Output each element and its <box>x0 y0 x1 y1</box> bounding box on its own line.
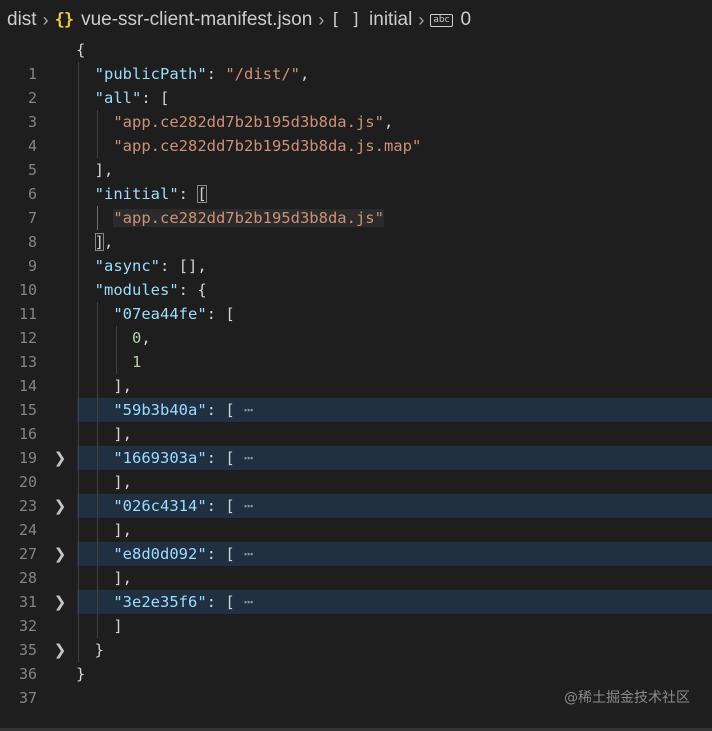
matched-bracket: [ <box>197 185 207 203</box>
json-key: "initial" <box>94 185 179 203</box>
json-key: "59b3b40a" <box>113 401 207 419</box>
code-line: 8 "app.ce282dd7b2b195d3b8da.js" <box>0 206 712 251</box>
json-number: 1 <box>132 353 142 371</box>
matched-bracket: ] <box>94 233 105 251</box>
code-line: 19 ], <box>0 422 712 467</box>
chevron-right-icon: › <box>42 9 49 30</box>
breadcrumb-file[interactable]: {} vue-ssr-client-manifest.json <box>55 9 313 31</box>
json-file-icon: {} <box>54 10 75 30</box>
code-line: 36 } <box>0 638 712 683</box>
folded-ellipsis-icon[interactable]: ⋯ <box>244 449 253 467</box>
breadcrumb-folder[interactable]: dist <box>7 9 37 31</box>
chevron-right-icon: › <box>418 9 425 30</box>
watermark: @稀土掘金技术社区 <box>564 690 690 706</box>
code-line: 31 ], <box>0 566 712 611</box>
folded-ellipsis-icon[interactable]: ⋯ <box>244 401 253 419</box>
code-line: 23 ], <box>0 470 712 515</box>
code-line: 27 ], <box>0 518 712 563</box>
json-key: "modules" <box>94 281 179 299</box>
json-key: "1669303a" <box>113 449 207 467</box>
breadcrumb-index[interactable]: abc 0 <box>430 9 471 31</box>
breadcrumb-index-label: 0 <box>460 9 472 30</box>
folded-ellipsis-icon[interactable]: ⋯ <box>244 593 253 611</box>
code-area[interactable]: 1 { 2 "publicPath": "/dist/", 3 "all": [… <box>0 38 712 707</box>
code-line: 7 "initial": [ <box>0 182 712 227</box>
code-line: 9 ], <box>0 230 712 275</box>
json-string: "/dist/" <box>225 65 300 83</box>
breadcrumb-key-label: initial <box>369 9 413 30</box>
editor: dist › {} vue-ssr-client-manifest.json ›… <box>0 0 712 731</box>
breadcrumb: dist › {} vue-ssr-client-manifest.json ›… <box>0 0 712 40</box>
code-line: 12 "07ea44fe": [ <box>0 302 712 347</box>
code-line: 6 ], <box>0 158 712 203</box>
code-line: 1 { <box>0 38 712 83</box>
json-key: "publicPath" <box>94 65 207 83</box>
code-line-folded: 16 ❯ "59b3b40a": [ ⋯ <box>0 398 712 467</box>
json-key: "all" <box>94 89 142 107</box>
code-line-folded: 28 ❯ "e8d0d092": [ ⋯ <box>0 542 712 611</box>
breadcrumb-key[interactable]: [ ] initial <box>330 9 412 31</box>
array-icon: [ ] <box>330 10 362 30</box>
line-number: 37 <box>18 689 37 707</box>
code-line: 37 } <box>0 662 712 707</box>
code-line: 4 "app.ce282dd7b2b195d3b8da.js", <box>0 110 712 155</box>
code-line: 13 0, <box>0 326 712 371</box>
folded-ellipsis-icon[interactable]: ⋯ <box>244 545 253 563</box>
code-line: 2 "publicPath": "/dist/", <box>0 62 712 107</box>
breadcrumb-file-label: vue-ssr-client-manifest.json <box>81 9 313 30</box>
json-string: "app.ce282dd7b2b195d3b8da.js.map" <box>113 137 422 155</box>
json-string-selected: "app.ce282dd7b2b195d3b8da.js" <box>113 209 384 227</box>
code-line-folded: 32 ❯ "3e2e35f6": [ ⋯ <box>0 590 712 659</box>
code-line: 5 "app.ce282dd7b2b195d3b8da.js.map" <box>0 134 712 179</box>
json-key: "026c4314" <box>113 497 207 515</box>
code-line: 11 "modules": { <box>0 278 712 323</box>
code-line-folded: 24 ❯ "026c4314": [ ⋯ <box>0 494 712 563</box>
code-line: 14 1 <box>0 350 712 395</box>
json-number: 0 <box>132 329 142 347</box>
chevron-right-icon: › <box>318 9 325 30</box>
json-key: "async" <box>94 257 160 275</box>
json-key: "e8d0d092" <box>113 545 207 563</box>
code-line: 15 ], <box>0 374 712 419</box>
json-key: "07ea44fe" <box>113 305 207 323</box>
code-line-folded: 20 ❯ "1669303a": [ ⋯ <box>0 446 712 515</box>
code-line: 35 ] <box>0 614 712 659</box>
code-line: 10 "async": [], <box>0 254 712 299</box>
json-string: "app.ce282dd7b2b195d3b8da.js" <box>113 113 384 131</box>
code-line: 3 "all": [ <box>0 86 712 131</box>
folded-ellipsis-icon[interactable]: ⋯ <box>244 497 253 515</box>
string-icon: abc <box>430 13 453 27</box>
json-key: "3e2e35f6" <box>113 593 207 611</box>
